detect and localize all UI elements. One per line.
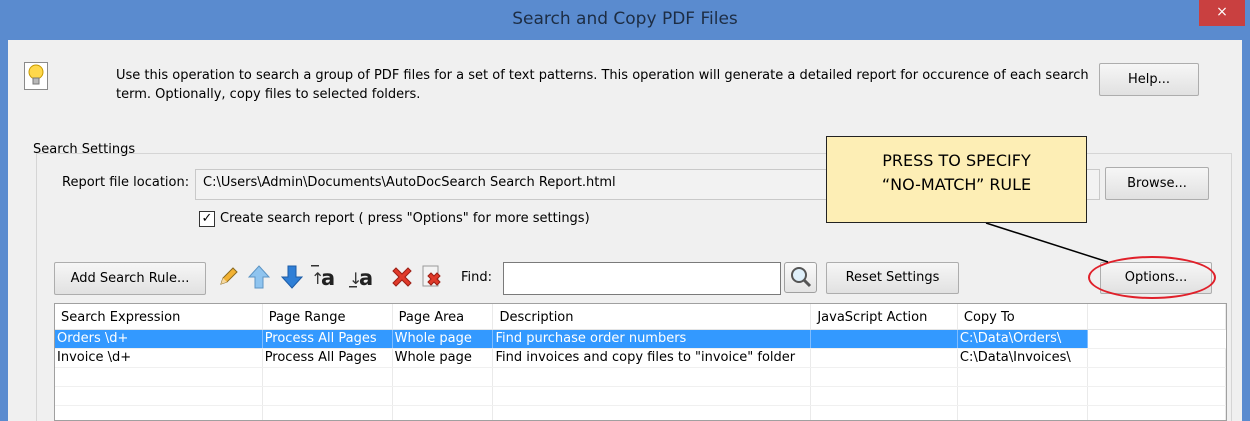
delete-icon[interactable] <box>389 262 415 292</box>
column-header-search-expression[interactable]: Search Expression <box>55 304 263 330</box>
move-up-icon[interactable] <box>246 262 272 292</box>
help-button[interactable]: Help... <box>1099 63 1199 96</box>
column-header-javascript-action[interactable]: JavaScript Action <box>810 304 958 330</box>
table-row[interactable]: Orders \d+ Process All Pages Whole page … <box>55 329 1226 349</box>
magnifier-icon <box>791 267 812 288</box>
cell-javascript-action <box>810 348 958 368</box>
lightbulb-icon <box>24 62 48 90</box>
find-label: Find: <box>461 270 493 285</box>
cell-expression: Orders \d+ <box>55 329 263 349</box>
cell-page-range: Process All Pages <box>262 329 393 349</box>
table-row-empty <box>55 367 1226 387</box>
search-settings-label: Search Settings <box>33 142 136 157</box>
cell-copy-to: C:\Data\Orders\ <box>957 329 1088 349</box>
intro-text: Use this operation to search a group of … <box>116 68 1089 102</box>
cell-description: Find purchase order numbers <box>492 329 812 349</box>
table-row-empty <box>55 386 1226 406</box>
table-header-row: Search Expression Page Range Page Area D… <box>55 304 1226 330</box>
create-report-label: Create search report ( press "Options" f… <box>220 211 590 226</box>
add-search-rule-button[interactable]: Add Search Rule... <box>54 262 206 295</box>
report-location-label: Report file location: <box>62 175 190 190</box>
find-input[interactable] <box>503 262 781 295</box>
browse-button[interactable]: Browse... <box>1105 167 1209 200</box>
cell-page-range: Process All Pages <box>262 348 393 368</box>
column-header-page-range[interactable]: Page Range <box>262 304 393 330</box>
window-title: Search and Copy PDF Files <box>512 9 738 29</box>
cell-page-area: Whole page <box>392 329 494 349</box>
pencil-icon[interactable] <box>215 262 241 292</box>
cell-page-area: Whole page <box>392 348 494 368</box>
close-button[interactable]: × <box>1199 0 1245 26</box>
title-bar[interactable]: Search and Copy PDF Files × <box>0 0 1250 40</box>
search-rules-table[interactable]: Search Expression Page Range Page Area D… <box>54 303 1227 421</box>
table-row-empty <box>55 405 1226 420</box>
cell-filler <box>1087 329 1226 349</box>
cell-copy-to: C:\Data\Invoices\ <box>957 348 1088 368</box>
callout-line-2: “NO-MATCH” RULE <box>881 175 1032 194</box>
table-row[interactable]: Invoice \d+ Process All Pages Whole page… <box>55 348 1226 368</box>
reset-settings-button[interactable]: Reset Settings <box>826 262 959 294</box>
create-report-checkbox[interactable]: ✓ <box>199 211 215 227</box>
cell-javascript-action <box>810 329 958 349</box>
svg-text:a: a <box>359 266 373 290</box>
upper-case-icon[interactable]: ↑ a <box>310 262 346 292</box>
delete-all-icon[interactable] <box>419 262 445 292</box>
column-header-description[interactable]: Description <box>492 304 812 330</box>
column-header-page-area[interactable]: Page Area <box>392 304 494 330</box>
cell-expression: Invoice \d+ <box>55 348 263 368</box>
cell-filler <box>1087 348 1226 368</box>
lower-case-icon[interactable]: ↓ a <box>348 262 384 292</box>
options-highlight-ellipse <box>1088 256 1216 299</box>
callout-line-1: PRESS TO SPECIFY <box>882 151 1031 170</box>
search-button[interactable] <box>784 262 817 293</box>
move-down-icon[interactable] <box>279 262 305 292</box>
svg-text:a: a <box>321 266 335 290</box>
column-header-filler <box>1087 304 1226 330</box>
callout-note: PRESS TO SPECIFY “NO-MATCH” RULE <box>826 136 1087 223</box>
cell-description: Find invoices and copy files to "invoice… <box>492 348 812 368</box>
column-header-copy-to[interactable]: Copy To <box>957 304 1088 330</box>
